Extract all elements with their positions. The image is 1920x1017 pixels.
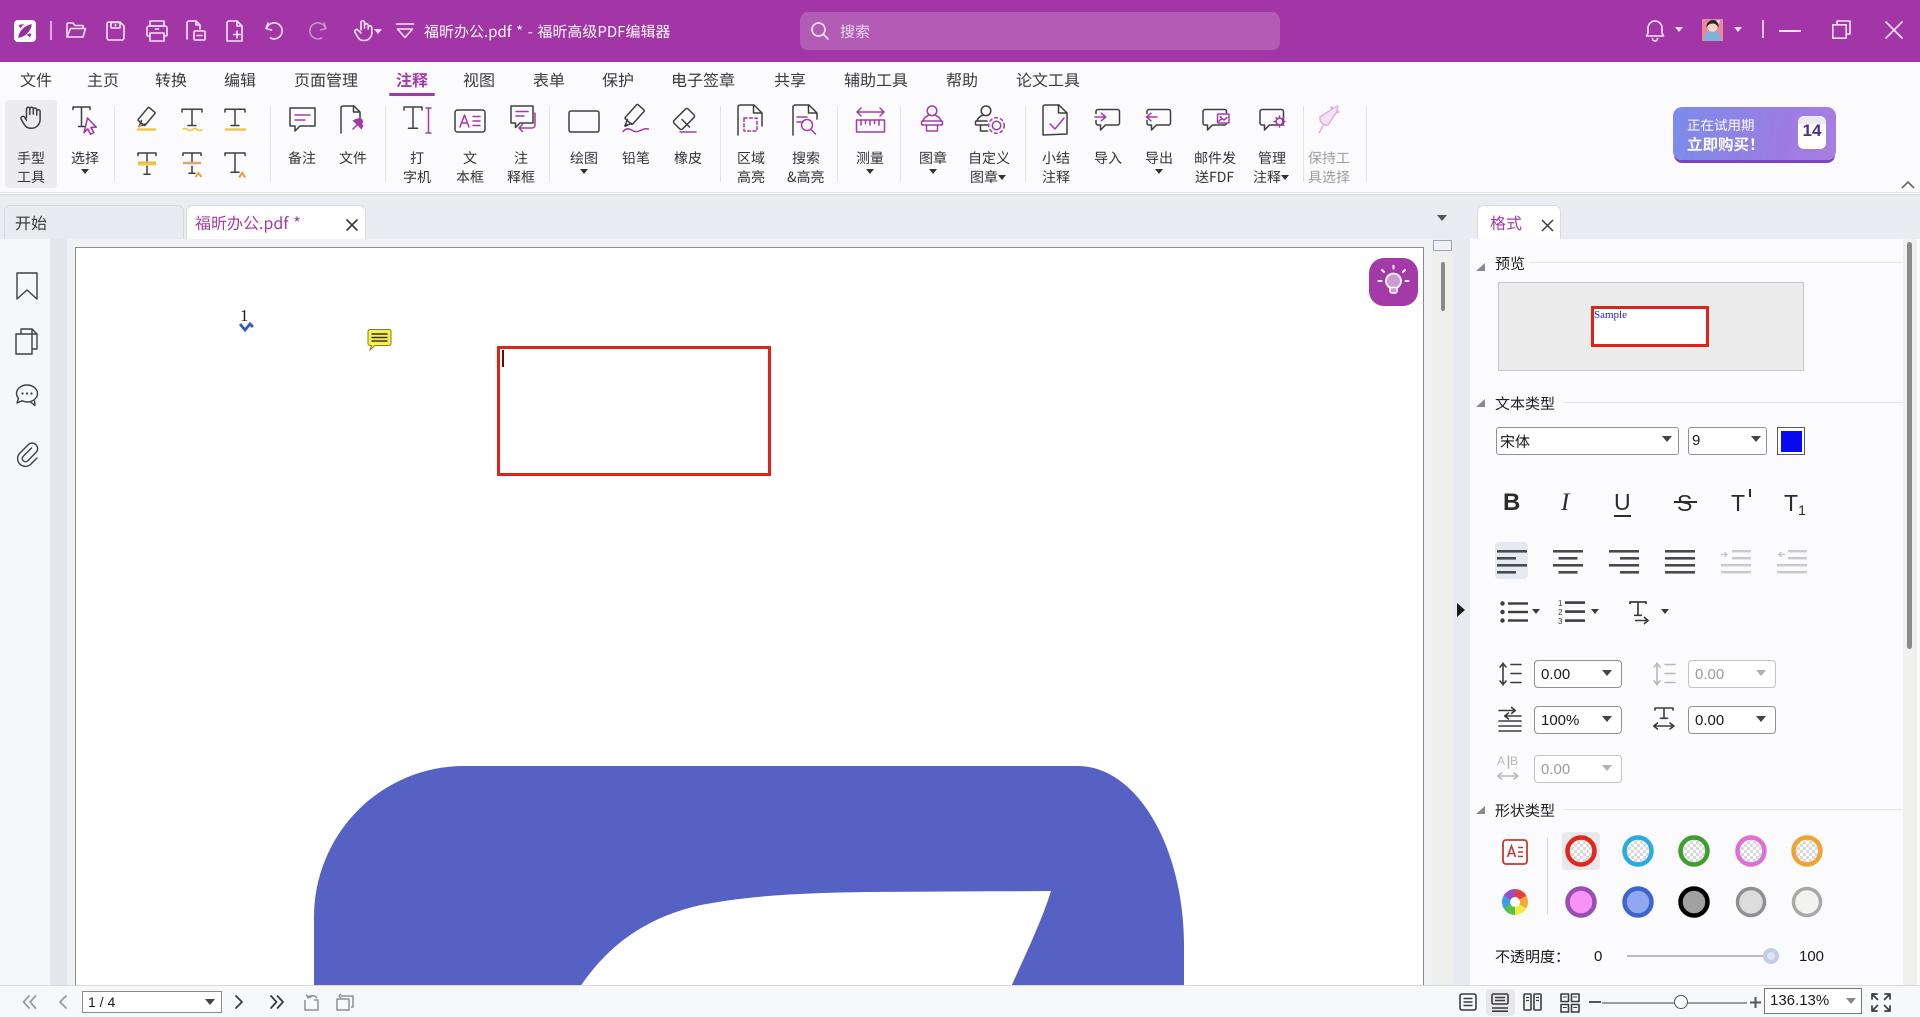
svg-text:B: B bbox=[1510, 754, 1518, 768]
svg-text:1: 1 bbox=[1558, 599, 1563, 608]
svg-text:3: 3 bbox=[1558, 617, 1563, 626]
svg-text:2: 2 bbox=[1558, 608, 1563, 617]
svg-text:A: A bbox=[1497, 754, 1505, 768]
